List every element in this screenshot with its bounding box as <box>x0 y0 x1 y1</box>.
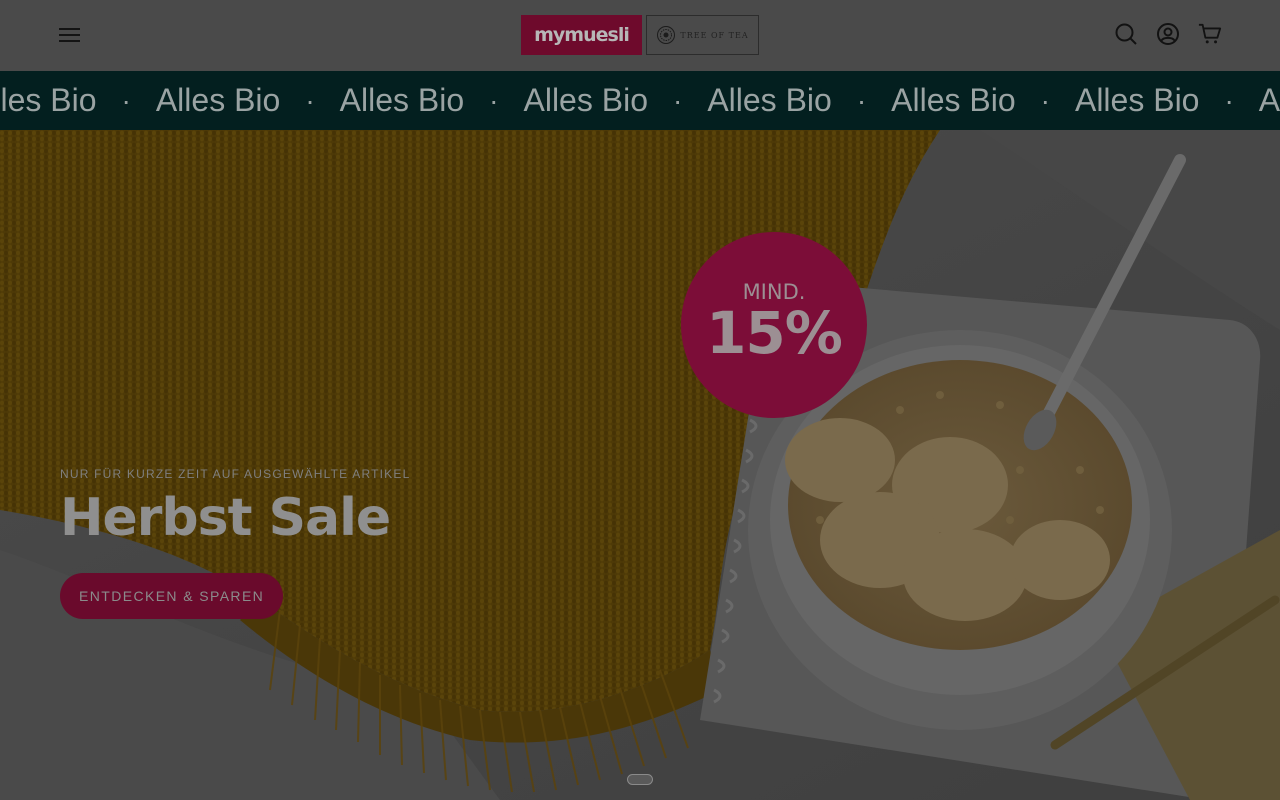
tree-of-tea-logo[interactable]: TREE OF TEA <box>646 15 759 55</box>
cart-icon[interactable] <box>1198 21 1222 47</box>
discover-sale-button[interactable]: ENTDECKEN & SPAREN <box>60 573 284 619</box>
account-icon[interactable] <box>1156 21 1180 47</box>
mymuesli-logo-text: mymuesli <box>534 24 630 46</box>
hero-background-image <box>0 130 1280 800</box>
tree-of-tea-logo-text: TREE OF TEA <box>680 30 749 40</box>
hero-title: Herbst Sale <box>60 488 391 548</box>
marquee-item: Alles Bio· <box>707 82 867 118</box>
hero-eyebrow: NUR FÜR KURZE ZEIT AUF AUSGEWÄHLTE ARTIK… <box>60 467 411 481</box>
promo-marquee: Alles Bio· Alles Bio· Alles Bio· Alles B… <box>0 71 1280 130</box>
hero-banner[interactable]: MIND. 15% NUR FÜR KURZE ZEIT AUF AUSGEWÄ… <box>0 130 1280 800</box>
marquee-item: Alles Bio· <box>155 82 315 118</box>
mymuesli-logo[interactable]: mymuesli <box>521 15 642 55</box>
site-header: mymuesli TREE OF TEA <box>0 0 1280 71</box>
marquee-item: Alles Bio <box>1258 82 1280 118</box>
hamburger-menu-icon[interactable] <box>56 22 84 48</box>
discount-badge: MIND. 15% <box>681 232 867 418</box>
marquee-item: Alles Bio· <box>1074 82 1234 118</box>
badge-percent: 15% <box>706 299 843 367</box>
header-actions <box>1114 21 1222 47</box>
brand-logos: mymuesli TREE OF TEA <box>521 15 759 55</box>
marquee-item: Alles Bio· <box>0 82 131 118</box>
marquee-item: Alles Bio· <box>339 82 499 118</box>
marquee-item: Alles Bio· <box>523 82 683 118</box>
search-icon[interactable] <box>1114 21 1138 47</box>
tree-of-tea-emblem-icon <box>657 26 676 44</box>
marquee-item: Alles Bio· <box>891 82 1050 118</box>
marquee-track: Alles Bio· Alles Bio· Alles Bio· Alles B… <box>0 71 1280 130</box>
slider-pagination-dot[interactable] <box>627 774 653 785</box>
